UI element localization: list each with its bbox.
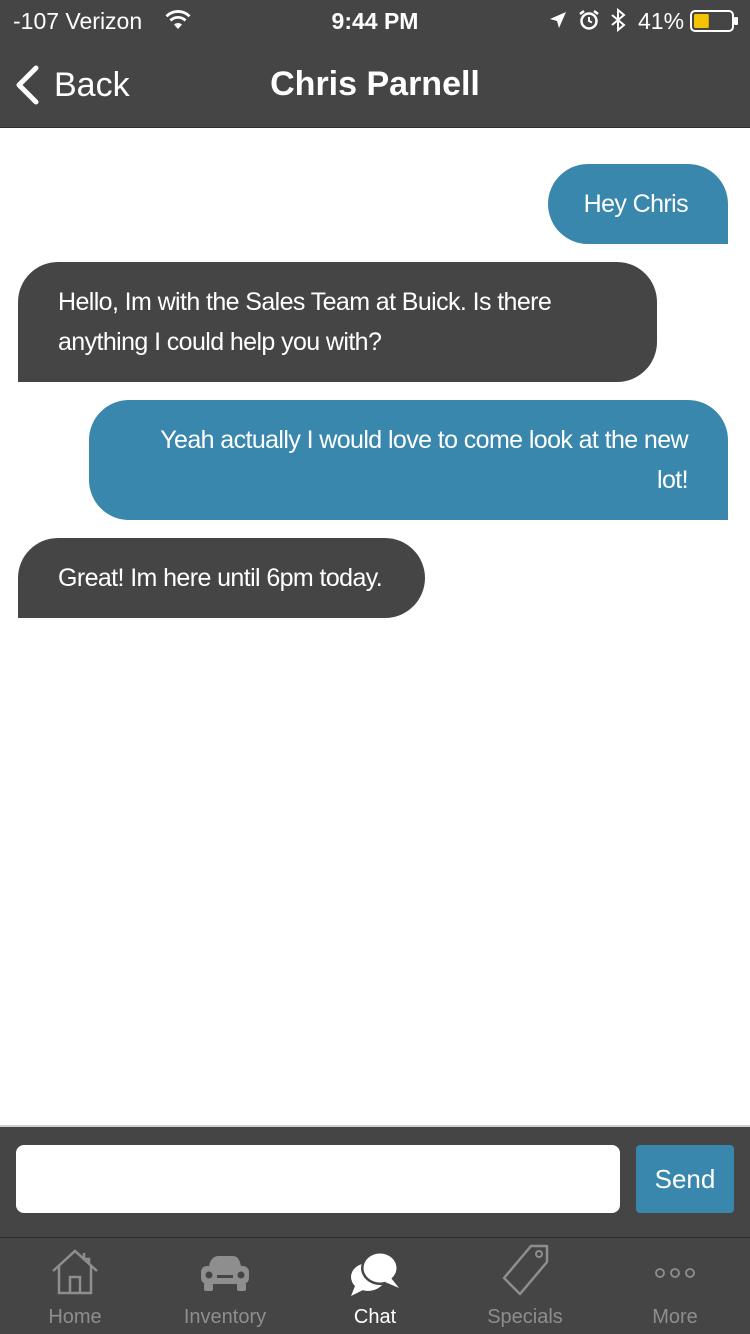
home-icon — [52, 1249, 98, 1295]
tab-label: Chat — [353, 1306, 397, 1328]
message-composer: Send — [0, 1125, 750, 1237]
tab-more[interactable]: More — [600, 1238, 750, 1334]
incoming-message-bubble: Hello, Im with the Sales Team at Buick. … — [18, 262, 657, 382]
battery-icon — [690, 10, 738, 32]
tab-label: More — [652, 1306, 698, 1328]
tab-label: Home — [48, 1306, 102, 1328]
car-icon — [201, 1256, 249, 1291]
message-list[interactable]: Hey Chris Hello, Im with the Sales Team … — [0, 129, 750, 1125]
battery-level-fill — [694, 14, 709, 28]
tab-inventory[interactable]: Inventory — [150, 1238, 300, 1334]
alarm-icon — [579, 10, 599, 30]
chat-bubbles-icon — [351, 1251, 399, 1296]
location-arrow-icon — [550, 12, 566, 28]
message-input[interactable] — [16, 1145, 620, 1213]
tab-home[interactable]: Home — [0, 1238, 150, 1334]
battery-percent: 41% — [638, 8, 685, 34]
tab-label: Inventory — [183, 1306, 267, 1328]
more-dots-icon — [655, 1268, 695, 1278]
top-bar: -107 Verizon 9:44 PM 41% Back Chris Parn… — [0, 0, 750, 128]
tab-label: Specials — [487, 1306, 563, 1328]
outgoing-message-bubble: Yeah actually I would love to come look … — [89, 400, 728, 520]
tag-icon — [502, 1244, 549, 1296]
tab-chat[interactable]: Chat — [300, 1238, 450, 1334]
conversation-title: Chris Parnell — [270, 65, 480, 103]
chat-screen: -107 Verizon 9:44 PM 41% Back Chris Parn… — [0, 0, 750, 1334]
incoming-message-bubble: Great! Im here until 6pm today. — [18, 538, 425, 618]
outgoing-message-bubble: Hey Chris — [548, 164, 728, 244]
tab-bar: Home Inventory Chat Specials More — [0, 1237, 750, 1334]
send-button[interactable]: Send — [636, 1145, 734, 1213]
tab-specials[interactable]: Specials — [450, 1238, 600, 1334]
bluetooth-icon — [611, 8, 626, 32]
